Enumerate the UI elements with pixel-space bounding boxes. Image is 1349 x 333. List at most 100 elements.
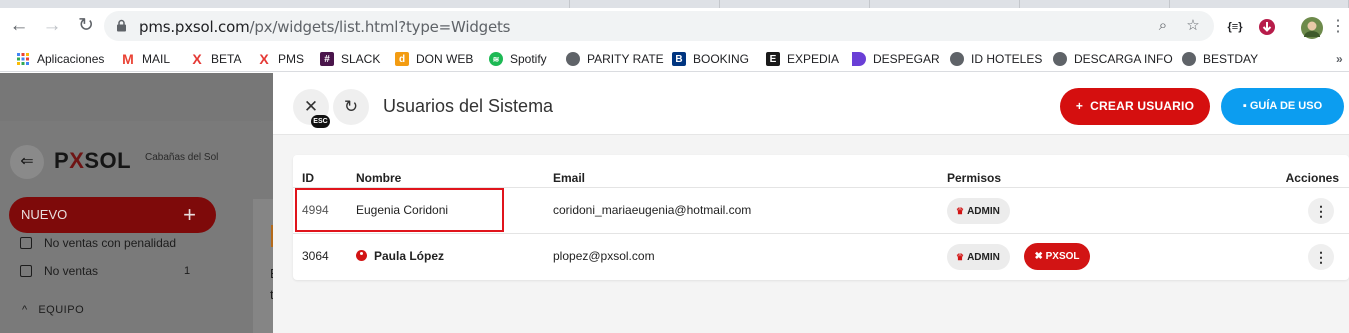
bookmark-label: PMS	[278, 52, 305, 66]
bookmark-expedia[interactable]: E EXPEDIA	[766, 50, 839, 68]
hotel-name: Cabañas del Sol	[145, 152, 219, 163]
chevron-up-icon: ^	[22, 304, 28, 316]
user-email: plopez@pxsol.com	[553, 249, 655, 263]
app-topbar	[0, 73, 273, 121]
sidebar-section-equipo[interactable]: ^ EQUIPO	[22, 304, 84, 316]
bookmark-label: MAIL	[142, 52, 171, 66]
globe-icon	[566, 52, 580, 66]
crown-icon: ♛	[956, 252, 965, 262]
tab-segment	[570, 0, 720, 8]
tab-segment	[1020, 0, 1170, 8]
column-header-email: Email	[553, 171, 586, 185]
create-user-button[interactable]: + CREAR USUARIO	[1060, 88, 1210, 125]
tab-segment	[1170, 0, 1349, 8]
bookmark-mail[interactable]: M MAIL	[121, 50, 170, 68]
bookmark-spotify[interactable]: ≋ Spotify	[489, 50, 547, 68]
address-bar[interactable]: pms.pxsol.com/px/widgets/list.html?type=…	[104, 11, 1214, 41]
bookmarks-overflow-icon[interactable]: »	[1336, 50, 1343, 68]
bookmark-booking[interactable]: B BOOKING	[672, 50, 749, 68]
bookmark-parity-rate[interactable]: PARITY RATE	[566, 50, 664, 68]
pxsol-x-icon: ✖	[1034, 251, 1043, 262]
donweb-icon: d	[395, 52, 409, 66]
apps-grid-icon	[16, 52, 30, 66]
bookmark-label: ID HOTELES	[971, 52, 1043, 66]
globe-icon	[950, 52, 964, 66]
book-icon: ▪	[1242, 100, 1247, 112]
expedia-icon: E	[766, 52, 780, 66]
bookmark-label: Aplicaciones	[37, 52, 105, 66]
bookmark-bestday[interactable]: BESTDAY	[1182, 50, 1258, 68]
x-red-icon: X	[192, 51, 202, 67]
crown-icon: ♛	[956, 206, 965, 216]
profile-avatar[interactable]	[1301, 17, 1323, 39]
bookmark-label: EXPEDIA	[787, 52, 840, 66]
zoom-icon[interactable]: ⌕	[1154, 17, 1172, 35]
bookmark-label: DESPEGAR	[873, 52, 940, 66]
browser-toolbar: ← → ↻ pms.pxsol.com/px/widgets/list.html…	[0, 8, 1349, 44]
pxsol-badge: ✖ PXSOL	[1024, 243, 1090, 270]
row-actions-menu-icon[interactable]: ⋮	[1308, 198, 1334, 224]
tab-segment	[0, 0, 570, 8]
highlight-box	[295, 188, 504, 232]
column-header-name: Nombre	[356, 171, 402, 185]
bookmark-label: DON WEB	[416, 52, 474, 66]
pxsol-user-icon	[356, 250, 367, 261]
spotify-icon: ≋	[489, 52, 503, 66]
column-header-actions: Acciones	[1285, 171, 1339, 185]
user-email: coridoni_mariaeugenia@hotmail.com	[553, 203, 752, 217]
download-extension-icon[interactable]	[1258, 17, 1276, 37]
bookmark-aplicaciones[interactable]: Aplicaciones	[16, 50, 104, 68]
json-extension-icon[interactable]: {≡}	[1224, 17, 1246, 37]
bookmark-label: BOOKING	[693, 52, 750, 66]
slack-icon: #	[320, 52, 334, 66]
user-name: Paula López	[356, 249, 444, 263]
browser-menu-icon[interactable]: ⋮	[1330, 17, 1346, 37]
nuevo-button[interactable]: NUEVO +	[9, 197, 216, 233]
gmail-icon: M	[122, 51, 134, 67]
forward-arrow-icon[interactable]: →	[41, 15, 63, 37]
bookmark-pms[interactable]: X PMS	[257, 50, 304, 68]
column-header-permissions: Permisos	[947, 171, 1002, 185]
calendar-icon	[20, 237, 32, 249]
globe-icon	[1182, 52, 1196, 66]
reload-icon[interactable]: ↻	[75, 15, 97, 37]
booking-icon: B	[672, 52, 686, 66]
bookmark-label: BESTDAY	[1203, 52, 1259, 66]
panel-header: ✕ ESC ↻ Usuarios del Sistema + CREAR USU…	[273, 73, 1349, 135]
lock-icon	[117, 19, 126, 32]
bookmark-despegar[interactable]: DESPEGAR	[852, 50, 940, 68]
admin-badge: ♛ ADMIN	[947, 198, 1010, 224]
star-icon[interactable]: ☆	[1184, 17, 1202, 35]
sidebar-item-label: No ventas	[44, 264, 99, 278]
table-row[interactable]: 3064 Paula López plopez@pxsol.com ♛ ADMIN…	[293, 233, 1349, 279]
plus-icon: +	[1075, 99, 1084, 113]
bookmark-id-hoteles[interactable]: ID HOTELES	[950, 50, 1042, 68]
tab-segment	[720, 0, 870, 8]
calendar-x-icon	[20, 265, 32, 277]
row-actions-menu-icon[interactable]: ⋮	[1308, 244, 1334, 270]
sidebar-item-no-ventas[interactable]: No ventas 1	[20, 262, 220, 280]
globe-icon	[1053, 52, 1067, 66]
bookmark-descarga-info[interactable]: DESCARGA INFO	[1053, 50, 1173, 68]
sidebar-item-no-ventas-penalidad[interactable]: No ventas con penalidad	[20, 234, 176, 252]
sidebar-item-label: No ventas con penalidad	[44, 236, 177, 250]
back-arrow-icon[interactable]: ←	[8, 15, 30, 37]
usage-guide-button[interactable]: ▪ GUÍA DE USO	[1221, 88, 1344, 125]
collapse-sidebar-icon[interactable]: ⇐	[10, 145, 44, 179]
bookmark-slack[interactable]: # SLACK	[320, 50, 380, 68]
bookmark-donweb[interactable]: d DON WEB	[395, 50, 473, 68]
bookmark-label: SLACK	[341, 52, 381, 66]
address-url: pms.pxsol.com/px/widgets/list.html?type=…	[139, 18, 511, 36]
bookmark-beta[interactable]: X BETA	[190, 50, 241, 68]
plus-icon: +	[183, 202, 196, 227]
sidebar-item-count: 1	[184, 265, 191, 277]
bookmarks-bar: Aplicaciones M MAIL X BETA X PMS # SLACK d DO…	[0, 44, 1349, 72]
esc-shortcut-badge: ESC	[311, 115, 330, 128]
bookmark-label: DESCARGA INFO	[1074, 52, 1173, 66]
user-id: 3064	[302, 249, 329, 263]
bookmark-label: PARITY RATE	[587, 52, 664, 66]
bookmark-label: BETA	[211, 52, 242, 66]
despegar-icon	[852, 52, 866, 66]
refresh-icon[interactable]: ↻	[333, 89, 369, 125]
browser-tabstrip	[0, 0, 1349, 8]
